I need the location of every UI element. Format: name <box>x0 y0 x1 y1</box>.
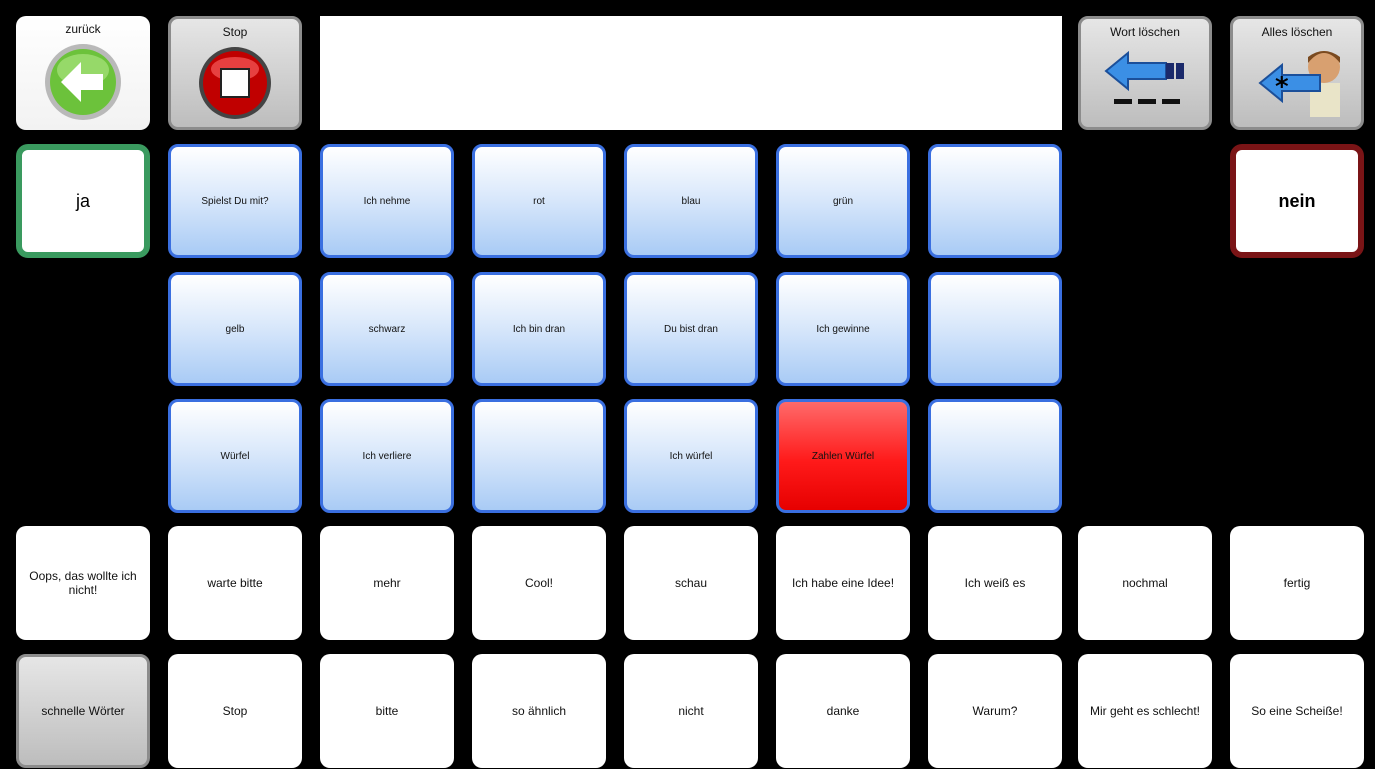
quick-word-button[interactable]: so ähnlich <box>472 654 606 768</box>
back-button[interactable]: zurück <box>16 16 150 130</box>
vocab-label: Würfel <box>220 450 250 462</box>
vocab-button-empty[interactable] <box>928 399 1062 513</box>
quick-word-button[interactable]: Mir geht es schlecht! <box>1078 654 1212 768</box>
quick-word-label: schau <box>674 576 708 590</box>
quick-word-button[interactable]: Oops, das wollte ich nicht! <box>16 526 150 640</box>
vocab-label: Ich bin dran <box>512 323 566 335</box>
quick-word-button[interactable]: mehr <box>320 526 454 640</box>
quick-word-label: fertig <box>1283 576 1311 590</box>
vocab-button[interactable]: Ich bin dran <box>472 272 606 386</box>
quick-word-label: bitte <box>375 704 399 718</box>
quick-word-button[interactable]: Ich habe eine Idee! <box>776 526 910 640</box>
vocab-label: schwarz <box>368 323 406 335</box>
quick-word-label: Oops, das wollte ich nicht! <box>29 569 137 597</box>
quick-word-label: nochmal <box>1122 576 1168 590</box>
quick-word-button[interactable]: danke <box>776 654 910 768</box>
delete-word-arrow-icon <box>1100 45 1190 120</box>
quick-word-button[interactable]: So eine Scheiße! <box>1230 654 1364 768</box>
vocab-label: Ich verliere <box>362 450 412 462</box>
back-arrow-icon <box>43 42 123 127</box>
vocab-button[interactable]: blau <box>624 144 758 258</box>
quick-word-button[interactable]: Ich weiß es <box>928 526 1062 640</box>
quick-word-button[interactable]: Cool! <box>472 526 606 640</box>
quick-word-button[interactable]: Stop <box>168 654 302 768</box>
svg-text:*: * <box>1275 72 1289 102</box>
vocab-button-empty[interactable] <box>928 272 1062 386</box>
no-button[interactable]: nein <box>1230 144 1364 258</box>
back-label: zurück <box>65 22 101 36</box>
quick-word-button[interactable]: warte bitte <box>168 526 302 640</box>
quick-word-button[interactable]: bitte <box>320 654 454 768</box>
quick-word-label: Ich habe eine Idee! <box>791 576 895 590</box>
message-display[interactable] <box>320 16 1062 130</box>
vocab-button[interactable]: Ich verliere <box>320 399 454 513</box>
quick-word-button[interactable]: Warum? <box>928 654 1062 768</box>
vocab-label: blau <box>681 195 701 207</box>
vocab-button[interactable]: Ich würfel <box>624 399 758 513</box>
vocab-button-highlighted[interactable]: Zahlen Würfel <box>776 399 910 513</box>
quick-word-button[interactable]: schau <box>624 526 758 640</box>
vocab-button[interactable]: Du bist dran <box>624 272 758 386</box>
delete-word-button[interactable]: Wort löschen <box>1078 16 1212 130</box>
quick-word-button[interactable]: fertig <box>1230 526 1364 640</box>
stop-label: Stop <box>222 25 248 39</box>
vocab-label: Zahlen Würfel <box>811 450 875 462</box>
quick-word-label: Stop <box>222 704 248 718</box>
delete-all-button[interactable]: Alles löschen * <box>1230 16 1364 130</box>
quick-word-label: nicht <box>678 704 704 718</box>
stop-button[interactable]: Stop <box>168 16 302 130</box>
delete-word-label: Wort löschen <box>1110 25 1180 39</box>
delete-all-arrow-icon: * <box>1242 45 1352 126</box>
vocab-label: Du bist dran <box>664 323 718 335</box>
vocab-button-empty[interactable] <box>928 144 1062 258</box>
vocab-button[interactable]: Spielst Du mit? <box>168 144 302 258</box>
quick-word-button[interactable]: nicht <box>624 654 758 768</box>
vocab-label: gelb <box>225 323 245 335</box>
vocab-label: rot <box>533 195 545 207</box>
vocab-button[interactable]: Würfel <box>168 399 302 513</box>
quick-word-label: Warum? <box>972 704 1018 718</box>
yes-button[interactable]: ja <box>16 144 150 258</box>
vocab-button[interactable]: Ich gewinne <box>776 272 910 386</box>
quick-words-category-button[interactable]: schnelle Wörter <box>16 654 150 768</box>
stop-icon <box>197 45 273 126</box>
vocab-label: Ich nehme <box>363 195 411 207</box>
quick-word-label: Cool! <box>524 576 553 590</box>
vocab-label: Spielst Du mit? <box>201 195 269 207</box>
quick-word-label: warte bitte <box>207 576 263 590</box>
yes-label: ja <box>75 190 90 211</box>
vocab-button[interactable]: Ich nehme <box>320 144 454 258</box>
vocab-button[interactable]: schwarz <box>320 272 454 386</box>
quick-word-label: So eine Scheiße! <box>1251 704 1343 718</box>
quick-word-button[interactable]: nochmal <box>1078 526 1212 640</box>
quick-word-label: danke <box>826 704 860 718</box>
delete-all-label: Alles löschen <box>1261 25 1333 39</box>
quick-word-label: schnelle Wörter <box>41 704 125 718</box>
quick-word-label: mehr <box>373 576 401 590</box>
vocab-button[interactable]: gelb <box>168 272 302 386</box>
quick-word-label: Mir geht es schlecht! <box>1089 704 1201 718</box>
no-label: nein <box>1278 190 1316 211</box>
vocab-label: Ich gewinne <box>816 323 870 335</box>
vocab-label: Ich würfel <box>669 450 713 462</box>
quick-word-label: Ich weiß es <box>964 576 1026 590</box>
vocab-label: grün <box>832 195 853 207</box>
vocab-button[interactable]: rot <box>472 144 606 258</box>
vocab-button[interactable]: grün <box>776 144 910 258</box>
vocab-button-empty[interactable] <box>472 399 606 513</box>
quick-word-label: so ähnlich <box>511 704 567 718</box>
